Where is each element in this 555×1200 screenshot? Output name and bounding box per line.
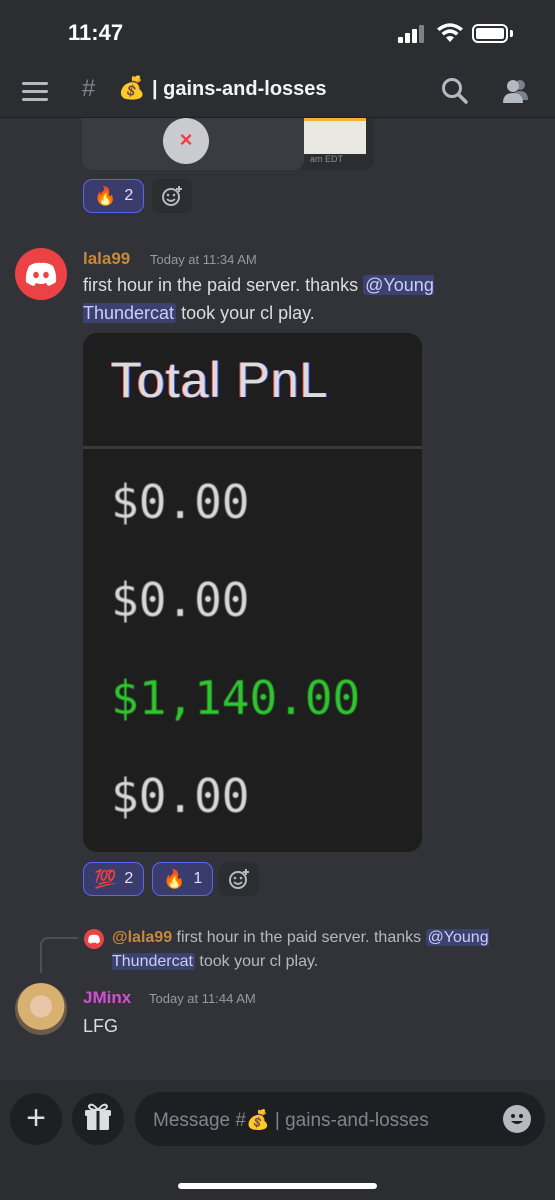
message-timestamp: Today at 11:34 AM xyxy=(150,252,257,267)
message-author[interactable]: lala99 xyxy=(83,249,130,269)
channel-name[interactable]: | gains-and-losses xyxy=(152,78,327,101)
status-bar: 11:47 xyxy=(0,0,555,62)
discord-logo-icon xyxy=(88,934,100,944)
add-reaction-icon xyxy=(229,869,249,889)
message-input[interactable]: Message #💰 | gains-and-losses xyxy=(135,1092,545,1146)
message-input-placeholder: Message #💰 | gains-and-losses xyxy=(153,1108,429,1132)
pnl-image-attachment[interactable]: Total PnL $0.00 $0.00 $1,140.00 $0.00 xyxy=(83,333,422,852)
pnl-title: Total PnL xyxy=(111,352,329,408)
pnl-value: $0.00 xyxy=(111,475,250,529)
reply-connector xyxy=(40,937,78,973)
cellular-signal-icon xyxy=(398,25,426,43)
plus-icon: + xyxy=(26,1099,46,1137)
avatar[interactable] xyxy=(15,983,67,1035)
reaction-100[interactable]: 💯 2 xyxy=(83,862,145,896)
gift-icon xyxy=(85,1103,111,1130)
message-timestamp: Today at 11:44 AM xyxy=(149,991,256,1006)
reaction-fire[interactable]: 🔥 2 xyxy=(83,179,145,213)
add-reaction-button[interactable] xyxy=(219,862,259,896)
wifi-icon xyxy=(437,23,463,42)
message-content: first hour in the paid server. thanks @Y… xyxy=(83,271,483,327)
gift-button[interactable] xyxy=(72,1093,124,1145)
message-text: first hour in the paid server. thanks xyxy=(83,275,364,295)
fire-emoji: 🔥 xyxy=(163,868,186,889)
reaction-fire[interactable]: 🔥 1 xyxy=(152,862,214,896)
search-icon[interactable] xyxy=(440,76,470,106)
battery-icon xyxy=(472,24,508,43)
placeholder-text: Message # xyxy=(153,1110,246,1131)
reply-author: @lala99 xyxy=(112,929,173,946)
pnl-value: $0.00 xyxy=(111,573,250,627)
remove-embed-button[interactable]: × xyxy=(163,118,209,164)
message-text-end: took your cl play. xyxy=(176,303,315,323)
add-reaction-button[interactable] xyxy=(152,179,192,213)
home-indicator xyxy=(178,1183,377,1189)
pnl-divider xyxy=(83,446,422,449)
members-icon[interactable] xyxy=(500,76,532,106)
channel-hash-icon: # xyxy=(82,75,96,102)
reply-text: first hour in the paid server. thanks xyxy=(176,929,426,946)
message-author[interactable]: JMinx xyxy=(83,988,131,1008)
reply-preview[interactable]: @lala99 first hour in the paid server. t… xyxy=(112,926,532,974)
attach-button[interactable]: + xyxy=(10,1093,62,1145)
pnl-value: $0.00 xyxy=(111,769,250,823)
battery-cap xyxy=(510,30,513,37)
reaction-count: 1 xyxy=(193,870,203,887)
message-text: LFG xyxy=(83,1016,119,1036)
reply-avatar xyxy=(84,929,104,949)
pnl-value-positive: $1,140.00 xyxy=(111,671,361,725)
discord-logo-icon xyxy=(25,262,57,286)
channel-header: # 💰 | gains-and-losses xyxy=(0,62,555,118)
smiley-icon xyxy=(511,1114,523,1124)
previous-embed[interactable]: am EDT xyxy=(82,118,374,170)
placeholder-emoji: 💰 xyxy=(245,1110,270,1131)
add-reaction-icon xyxy=(162,186,182,206)
fire-emoji: 🔥 xyxy=(94,185,117,206)
close-icon: × xyxy=(179,127,193,152)
menu-icon[interactable] xyxy=(22,80,50,102)
previous-embed-footer: am EDT xyxy=(310,154,344,164)
reply-text-end: took your cl play. xyxy=(194,953,319,970)
hundred-points-emoji: 💯 xyxy=(94,868,117,889)
previous-embed-thumbnail xyxy=(304,118,366,154)
emoji-picker-icon[interactable] xyxy=(503,1105,531,1133)
placeholder-channel: | gains-and-losses xyxy=(269,1110,429,1131)
reaction-count: 2 xyxy=(124,870,134,887)
status-time: 11:47 xyxy=(68,20,124,45)
reaction-count: 2 xyxy=(124,187,134,204)
channel-emoji: 💰 xyxy=(118,75,146,100)
avatar[interactable] xyxy=(15,248,67,300)
